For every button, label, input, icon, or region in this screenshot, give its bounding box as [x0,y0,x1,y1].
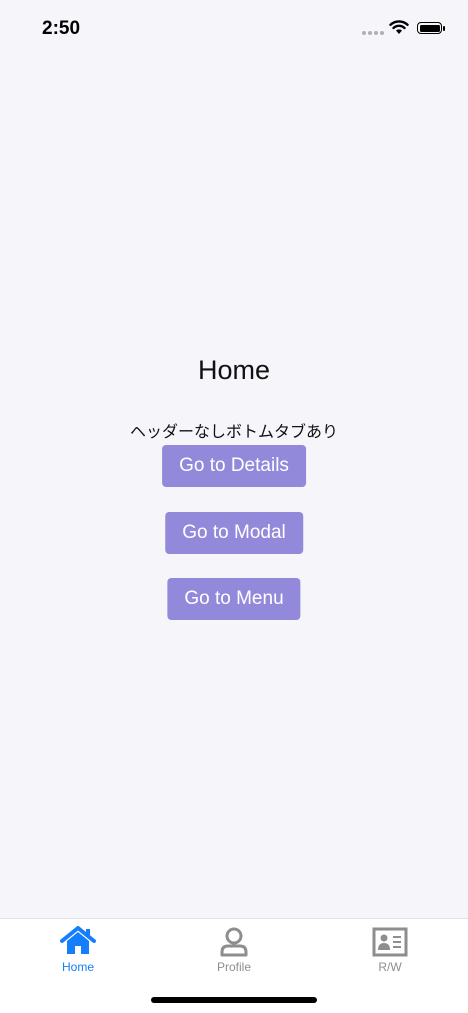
tab-label: Profile [216,960,251,974]
status-bar: 2:50 [0,0,468,60]
tab-label: R/W [378,960,402,974]
wifi-icon [389,20,409,34]
page-subtitle: ヘッダーなしボトムタブあり [129,424,338,441]
tab-profile[interactable]: Profile [156,919,312,989]
person-icon [220,927,248,957]
id-card-icon [372,927,408,957]
signal-icon [362,31,384,35]
tab-rw[interactable]: R/W [312,919,468,989]
home-indicator [151,997,317,1003]
status-time: 2:50 [42,18,81,39]
go-to-details-button[interactable]: Go to Details [162,445,306,487]
tab-label: Home [61,960,94,974]
go-to-modal-button[interactable]: Go to Modal [165,512,303,554]
home-icon [60,926,96,954]
battery-icon [417,22,445,34]
tab-home[interactable]: Home [0,919,156,989]
page-title: Home [197,355,271,385]
go-to-menu-button[interactable]: Go to Menu [167,578,301,620]
